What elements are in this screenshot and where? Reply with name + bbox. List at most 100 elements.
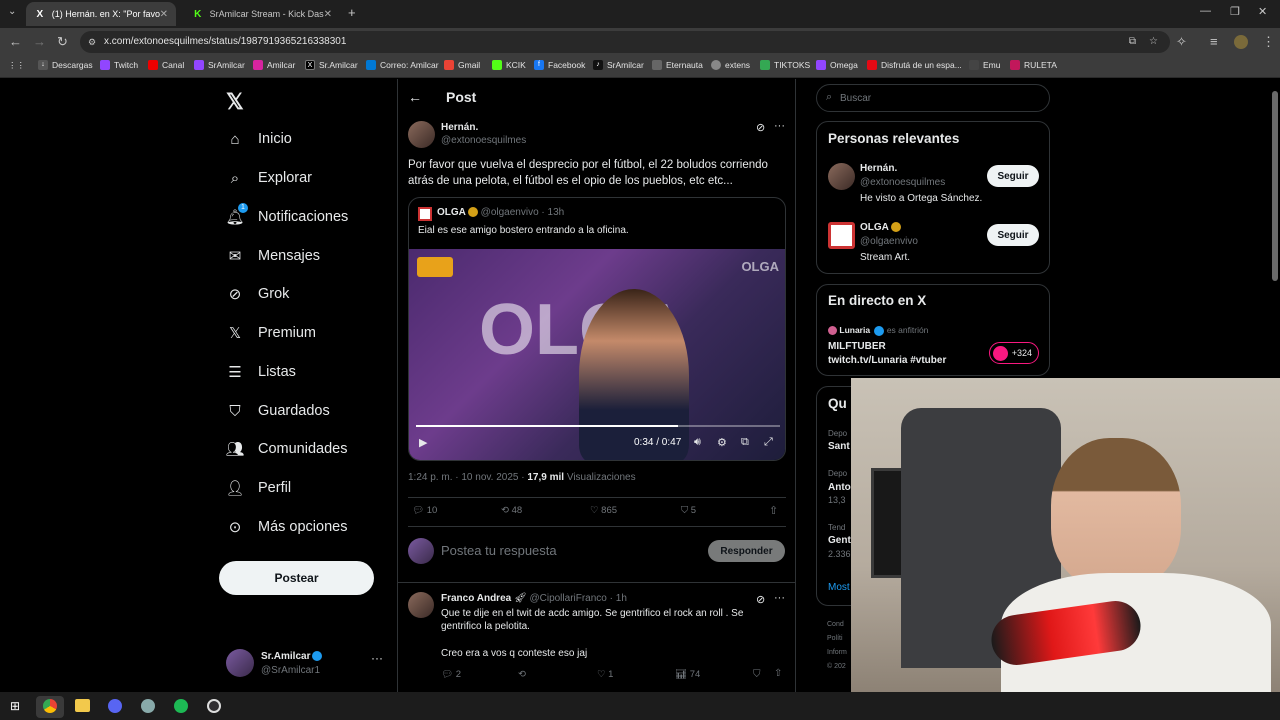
chrome-icon[interactable] (43, 699, 57, 713)
video-progress-track[interactable] (416, 425, 780, 427)
bookmark-item[interactable]: X Sr.Amilcar (305, 60, 358, 70)
minimize-icon[interactable]: — (1200, 5, 1211, 17)
trend-title[interactable]: Anto (828, 482, 851, 493)
show-more-link[interactable]: Most (828, 582, 850, 593)
live-title[interactable]: MILFTUBER (828, 341, 886, 352)
file-explorer-icon[interactable] (75, 699, 90, 712)
nav-communities[interactable]: 👥︎ Comunidades (225, 440, 347, 458)
settings-icon[interactable]: ⚙ (717, 436, 727, 449)
bookmark-item[interactable]: Canal (148, 60, 184, 70)
app-icon[interactable] (141, 699, 155, 713)
live-listeners-badge[interactable]: +324 (989, 342, 1039, 364)
bookmark-item[interactable]: TIKTOKS (760, 60, 810, 70)
browser-tab[interactable]: K SrAmilcar Stream - Kick Dashbo… ✕ (184, 2, 340, 26)
bookmark-item[interactable]: Emu (969, 60, 1000, 70)
close-window-icon[interactable]: ✕ (1258, 5, 1267, 18)
reply-stat[interactable]: 💬︎ 10 (412, 505, 437, 516)
install-icon[interactable]: ⧉ (1129, 31, 1136, 53)
windows-start-icon[interactable]: ⊞ (10, 699, 20, 713)
close-tab-icon[interactable]: ✕ (324, 9, 332, 20)
reload-icon[interactable]: ↻ (57, 34, 68, 50)
nav-grok[interactable]: ⊘ Grok (226, 285, 290, 303)
nav-premium[interactable]: 𝕏 Premium (226, 324, 316, 342)
footer-link[interactable]: Inform (827, 649, 847, 656)
share-icon[interactable]: ⇧ (769, 504, 778, 517)
like-stat[interactable]: ♡ 865 (590, 505, 617, 516)
bookmark-item[interactable]: Twitch (100, 60, 138, 70)
reading-list-icon[interactable]: ≡ (1210, 34, 1218, 49)
bookmark-star-icon[interactable]: ☆ (1149, 31, 1158, 53)
follow-button[interactable]: Seguir (987, 224, 1039, 246)
post-button[interactable]: Postear (219, 561, 374, 595)
back-icon[interactable]: ← (9, 34, 22, 49)
share-icon[interactable]: ⇧ (774, 668, 782, 679)
reply-stat[interactable]: 💬︎ 2 (441, 669, 461, 680)
trend-title[interactable]: Gent (828, 535, 851, 546)
search-input[interactable]: ⌕ Buscar (816, 84, 1050, 112)
avatar[interactable] (408, 592, 434, 618)
bookmark-stat[interactable]: ⛉ 5 (681, 505, 696, 516)
obs-icon[interactable] (207, 699, 221, 713)
nav-bookmarks[interactable]: ⛉ Guardados (226, 402, 329, 420)
profile-avatar[interactable] (1234, 35, 1248, 49)
nav-messages[interactable]: ✉ Mensajes (226, 247, 320, 265)
grok-icon[interactable]: ⊘ (756, 593, 765, 606)
repost-stat[interactable]: ⟲ 48 (501, 505, 522, 516)
bookmark-item[interactable]: ♪ SrAmilcar (593, 60, 644, 70)
extensions-icon[interactable]: ✧ (1176, 34, 1187, 50)
more-dots-icon[interactable]: ··· (774, 120, 785, 132)
avatar[interactable] (408, 121, 435, 148)
quoted-post[interactable]: OLGA @olgaenvivo · 13h Eial es ese amigo… (408, 197, 786, 461)
close-tab-icon[interactable]: ✕ (160, 9, 168, 20)
x-logo-icon[interactable]: 𝕏 (226, 89, 244, 115)
bookmark-item[interactable]: Amilcar (253, 60, 295, 70)
nav-notifications[interactable]: 🔔︎ 1 Notificaciones (225, 203, 348, 226)
nav-lists[interactable]: ☰ Listas (226, 363, 296, 381)
repost-icon[interactable]: ⟲ (518, 669, 526, 680)
reply-button[interactable]: Responder (708, 540, 785, 562)
reply-input[interactable]: Postea tu respuesta (441, 543, 557, 558)
bookmark-item[interactable]: SrAmilcar (194, 60, 245, 70)
address-bar[interactable]: ⚙ x.com/extonoesquilmes/status/198791936… (80, 31, 1170, 53)
spotify-icon[interactable] (174, 699, 188, 713)
menu-icon[interactable]: ⋮ (1262, 34, 1275, 50)
person-name[interactable]: Hernán. (860, 163, 897, 174)
site-info-icon[interactable]: ⚙ (88, 31, 96, 53)
play-icon[interactable]: ▶ (419, 436, 427, 449)
post-handle[interactable]: @extonoesquilmes (441, 135, 526, 146)
bookmark-item[interactable]: KCIK (492, 60, 526, 70)
nav-explore[interactable]: ⌕ Explorar (226, 169, 312, 187)
volume-icon[interactable]: 🔊︎ (694, 436, 701, 449)
bookmark-item[interactable]: Omega (816, 60, 858, 70)
video-player[interactable]: OLGA OLGA ▶ 0:34 / 0:47 🔊︎ ⚙ ⧉ ⤢ (409, 249, 785, 460)
avatar[interactable] (828, 163, 855, 190)
fullscreen-icon[interactable]: ⤢ (764, 436, 773, 449)
forward-icon[interactable]: → (33, 34, 46, 49)
grok-icon[interactable]: ⊘ (756, 121, 765, 134)
footer-link[interactable]: Cond (827, 621, 844, 628)
bookmark-item[interactable]: Eternauta (652, 60, 703, 70)
browser-tab-active[interactable]: X (1) Hernán. en X: "Por favo… ✕ (26, 2, 176, 26)
bookmark-item[interactable]: ↓ Descargas (38, 60, 93, 70)
person-name[interactable]: OLGA (860, 222, 901, 233)
bookmark-item[interactable]: RULETA (1010, 60, 1057, 70)
restore-icon[interactable]: ❐ (1230, 5, 1240, 18)
new-tab-icon[interactable]: + (348, 5, 356, 20)
more-dots-icon[interactable]: ··· (774, 592, 785, 604)
post-author[interactable]: Hernán. (441, 122, 478, 133)
nav-home[interactable]: ⌂ Inicio (226, 130, 291, 148)
bookmark-item[interactable]: Disfrutá de un espa... (867, 60, 962, 70)
nav-more[interactable]: ⊙ Más opciones (226, 518, 348, 536)
back-arrow-icon[interactable]: ← (408, 89, 422, 105)
live-host[interactable]: Lunaria es anfitrión (828, 325, 928, 336)
trend-title[interactable]: Sant (828, 441, 850, 452)
scrollbar-thumb[interactable] (1272, 91, 1278, 281)
more-dots-icon[interactable]: ··· (371, 651, 383, 665)
account-switcher[interactable]: Sr.Amilcar @SrAmilcar1 ··· (226, 649, 396, 679)
nav-profile[interactable]: 👤︎ Perfil (225, 479, 291, 497)
pip-icon[interactable]: ⧉ (741, 436, 749, 449)
apps-icon[interactable]: ⋮⋮ (8, 60, 25, 71)
like-stat[interactable]: ♡ 1 (597, 669, 613, 680)
bookmark-icon[interactable]: ⛉ (753, 669, 761, 680)
bookmark-item[interactable]: Gmail (444, 60, 480, 70)
